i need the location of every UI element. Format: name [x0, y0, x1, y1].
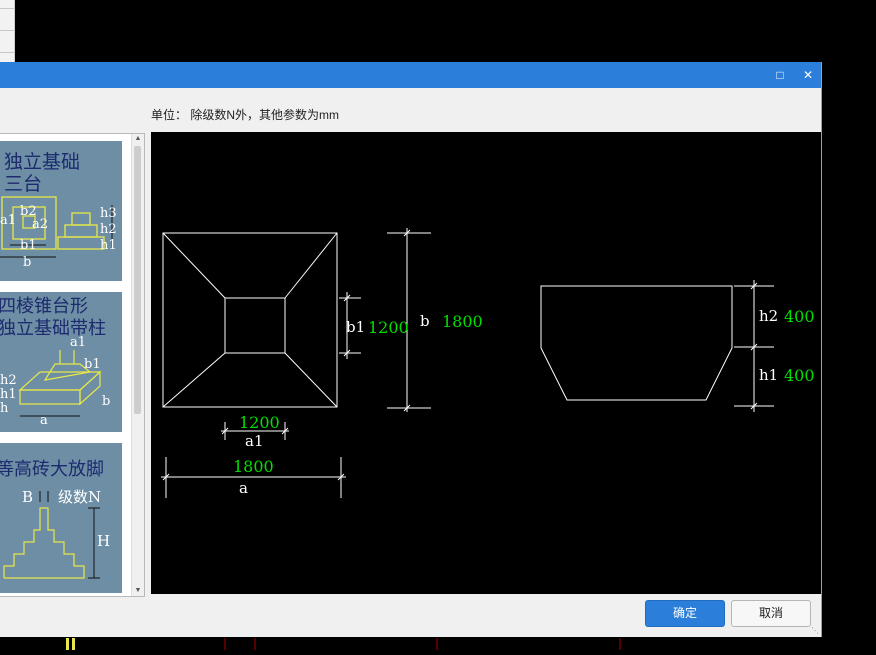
thumb-label-b: b — [102, 394, 110, 409]
thumb-label-h2: h2 — [100, 222, 117, 237]
thumb-label-a2: a2 — [32, 217, 48, 232]
a-value: 1800 — [233, 457, 274, 476]
section-view — [540, 280, 774, 412]
thumb-label-h1: h1 — [0, 387, 17, 402]
thumb-label-B: B — [22, 488, 33, 506]
a1-label: a1 — [245, 432, 264, 450]
scroll-down-icon[interactable]: ▼ — [132, 586, 144, 596]
resize-grip-icon[interactable]: ⋱ — [811, 626, 819, 635]
thumb-label-a: a — [40, 413, 48, 428]
h2-value: 400 — [784, 307, 815, 326]
thumb-pyramid-foundation-with-column[interactable]: 四棱锥台形 独立基础带柱 a1 b1 h2 h1 h a b — [0, 292, 122, 432]
thumb-label-b1: b1 — [20, 238, 37, 253]
unit-label: 单位： 除级数N外，其他参数为mm — [151, 108, 339, 122]
background-grid-marks — [66, 638, 621, 650]
foundation-cad-drawing: 1200 a1 1800 a b1 1200 b 1800 h2 400 h1 — [161, 228, 815, 498]
thumb-title-line2: 三台 — [4, 173, 42, 195]
ok-button[interactable]: 确定 — [645, 600, 725, 627]
thumb-label-b1: b1 — [84, 357, 101, 372]
thumb-title-line2: 独立基础带柱 — [0, 318, 106, 339]
thumb-label-a1: a1 — [0, 213, 16, 228]
a-label: a — [239, 479, 248, 497]
foundation-parameter-dialog: □ ✕ 单位： 除级数N外，其他参数为mm 独立基础 三台 a1 b2 a2 b… — [0, 62, 822, 637]
b-value: 1800 — [442, 312, 483, 331]
background-canvas-strip — [0, 637, 876, 650]
thumb-title-line1: 四棱锥台形 — [0, 296, 88, 317]
a1-value: 1200 — [239, 413, 280, 432]
thumb-label-h3: h3 — [100, 206, 117, 221]
maximize-icon[interactable]: □ — [770, 65, 790, 85]
b-label: b — [420, 312, 430, 330]
thumb-independent-foundation-three-step[interactable]: 独立基础 三台 a1 b2 a2 b1 b h3 h2 h1 — [0, 141, 122, 281]
h1-value: 400 — [784, 366, 815, 385]
list-scrollbar[interactable]: ▲ ▼ — [131, 134, 144, 596]
b1-value: 1200 — [368, 318, 409, 337]
thumb-title-line1: 独立基础 — [4, 151, 80, 173]
thumb-independent-foundation-drawing: 独立基础 三台 a1 b2 a2 b1 b h3 h2 h1 — [0, 151, 117, 270]
thumb-label-b: b — [23, 255, 31, 270]
thumb-label-h1: h1 — [100, 238, 117, 253]
scrollbar-thumb[interactable] — [134, 146, 141, 414]
h1-label: h1 — [759, 366, 778, 384]
thumb-equal-height-brick-footing[interactable]: 等高砖大放脚 B 级数N H — [0, 443, 122, 593]
background-app-panel — [0, 0, 15, 62]
thumb-brick-footing-drawing: 等高砖大放脚 B 级数N H — [0, 459, 110, 579]
b1-label: b1 — [346, 318, 365, 336]
thumb-label-h: h — [0, 401, 9, 416]
thumb-title-line1: 等高砖大放脚 — [0, 459, 104, 480]
foundation-drawing-canvas: 1200 a1 1800 a b1 1200 b 1800 h2 400 h1 — [151, 132, 821, 594]
thumb-label-level-count: 级数N — [58, 488, 101, 506]
close-icon[interactable]: ✕ — [798, 65, 818, 85]
scroll-up-icon[interactable]: ▲ — [132, 134, 144, 144]
thumb-label-h2: h2 — [0, 373, 17, 388]
plan-view — [161, 228, 431, 498]
thumb-pyramid-foundation-drawing: 四棱锥台形 独立基础带柱 a1 b1 h2 h1 h a b — [0, 296, 110, 428]
cancel-button[interactable]: 取消 — [731, 600, 811, 627]
thumb-label-H: H — [97, 532, 110, 550]
dialog-titlebar: □ ✕ — [0, 62, 821, 88]
thumb-label-a1: a1 — [70, 335, 86, 350]
h2-label: h2 — [759, 307, 778, 325]
foundation-type-list[interactable]: 独立基础 三台 a1 b2 a2 b1 b h3 h2 h1 四棱锥台形 独立基… — [0, 133, 145, 597]
